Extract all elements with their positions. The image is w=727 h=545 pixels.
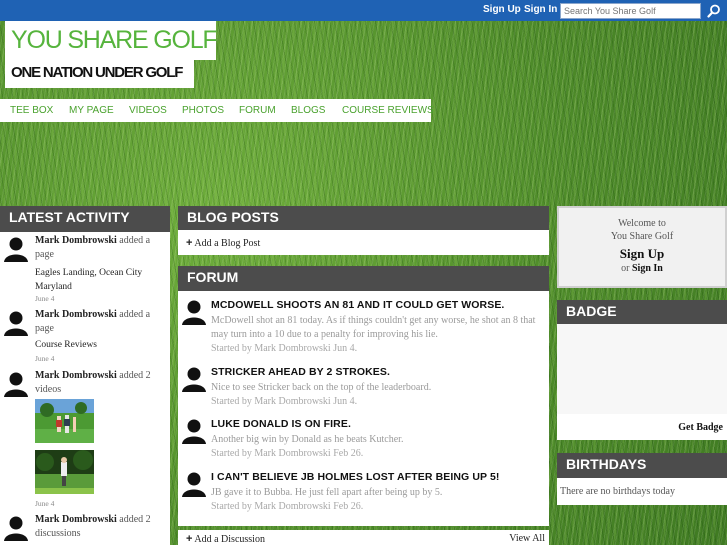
activity-item: Mark Dombrowski added a page Eagles Land… (0, 234, 170, 304)
add-discussion-link[interactable]: + Add a Discussion (186, 533, 265, 545)
forum-header: FORUM (178, 266, 549, 291)
forum-topic-meta: Started by Mark Dombrowski Feb 26. (211, 448, 364, 459)
birthdays-empty-text: There are no birthdays today (560, 486, 675, 497)
view-all-link[interactable]: View All (509, 533, 545, 544)
avatar-silhouette-icon[interactable] (181, 471, 207, 497)
avatar-silhouette-icon[interactable] (3, 371, 29, 397)
search-input[interactable] (560, 3, 701, 19)
welcome-signup-link[interactable]: Sign Up (559, 246, 725, 262)
birthdays-header: BIRTHDAYS (557, 453, 727, 478)
blog-posts-panel: + Add a Blog Post (178, 230, 549, 255)
forum-topic-excerpt: McDowell shot an 81 today. As if things … (211, 315, 536, 340)
forum-topic: STRICKER AHEAD BY 2 STROKES. Nice to see… (178, 366, 549, 411)
search-icon (707, 4, 720, 18)
activity-date: June 4 (35, 499, 55, 508)
blog-posts-header: BLOG POSTS (178, 206, 549, 230)
plus-icon: + (186, 237, 193, 249)
forum-topic-meta: Started by Mark Dombrowski Jun 4. (211, 343, 358, 354)
forum-topic-title[interactable]: STRICKER AHEAD BY 2 STROKES. (211, 366, 390, 378)
topbar-signup-link[interactable]: Sign Up (483, 4, 521, 15)
top-bar: Sign Up Sign In (0, 0, 727, 21)
avatar-silhouette-icon[interactable] (3, 310, 29, 336)
activity-header: LATEST ACTIVITY (0, 206, 170, 232)
activity-user-link[interactable]: Mark Dombrowski (35, 370, 117, 381)
activity-feed: Mark Dombrowski added a page Eagles Land… (0, 232, 170, 545)
activity-subject-link[interactable]: Eagles Landing, Ocean City Maryland (35, 266, 165, 294)
activity-item: Mark Dombrowski added 2 discussions (0, 513, 170, 545)
activity-item: Mark Dombrowski added 2 videos June 4 (0, 369, 170, 509)
welcome-box: Welcome to You Share Golf Sign Up or Sig… (557, 206, 727, 288)
badge-header: BADGE (557, 300, 727, 324)
nav-blogs[interactable]: BLOGS (291, 105, 325, 116)
main-nav: TEE BOX MY PAGE VIDEOS PHOTOS FORUM BLOG… (0, 99, 434, 122)
forum-topic: MCDOWELL SHOOTS AN 81 AND IT COULD GET W… (178, 299, 549, 359)
activity-date: June 4 (35, 354, 55, 363)
nav-forum[interactable]: FORUM (239, 105, 276, 116)
welcome-line: Welcome to (618, 218, 666, 229)
avatar-silhouette-icon[interactable] (181, 299, 207, 325)
welcome-site-name: You Share Golf (610, 231, 674, 242)
video-thumbnail[interactable] (35, 450, 94, 494)
forum-topic-meta: Started by Mark Dombrowski Feb 26. (211, 501, 364, 512)
forum-topic-meta: Started by Mark Dombrowski Jun 4. (211, 396, 358, 407)
activity-user-link[interactable]: Mark Dombrowski (35, 309, 117, 320)
site-tagline: ONE NATION UNDER GOLF (5, 59, 194, 88)
forum-topic: I CAN'T BELIEVE JB HOLMES LOST AFTER BEI… (178, 471, 549, 516)
badge-preview[interactable] (557, 324, 727, 414)
welcome-or-text: or (621, 263, 630, 274)
forum-footer: + Add a Discussion View All (178, 530, 549, 545)
avatar-silhouette-icon[interactable] (181, 418, 207, 444)
avatar-silhouette-icon[interactable] (3, 515, 29, 541)
activity-item: Mark Dombrowski added a page Course Revi… (0, 308, 170, 364)
welcome-signin-link[interactable]: Sign In (632, 263, 663, 274)
forum-topic-title[interactable]: MCDOWELL SHOOTS AN 81 AND IT COULD GET W… (211, 299, 504, 311)
activity-date: June 4 (35, 294, 55, 303)
forum-topic-excerpt: Nice to see Stricker back on the top of … (211, 382, 432, 393)
forum-topic: LUKE DONALD IS ON FIRE. Another big win … (178, 418, 549, 463)
birthdays-panel: There are no birthdays today (557, 478, 727, 505)
video-thumbnail[interactable] (35, 399, 94, 443)
nav-my-page[interactable]: MY PAGE (69, 105, 114, 116)
forum-topic-title[interactable]: LUKE DONALD IS ON FIRE. (211, 418, 351, 430)
topbar-signin-link[interactable]: Sign In (524, 4, 557, 15)
forum-topic-excerpt: JB gave it to Bubba. He just fell apart … (211, 487, 443, 498)
avatar-silhouette-icon[interactable] (3, 236, 29, 262)
forum-topic-title[interactable]: I CAN'T BELIEVE JB HOLMES LOST AFTER BEI… (211, 471, 500, 483)
nav-tee-box[interactable]: TEE BOX (10, 105, 53, 116)
activity-subject-link[interactable]: Course Reviews (35, 338, 165, 352)
badge-footer: Get Badge (557, 414, 727, 440)
nav-photos[interactable]: PHOTOS (182, 105, 224, 116)
site-title[interactable]: YOU SHARE GOLF (5, 21, 218, 60)
activity-user-link[interactable]: Mark Dombrowski (35, 235, 117, 246)
activity-user-link[interactable]: Mark Dombrowski (35, 514, 117, 525)
get-badge-link[interactable]: Get Badge (678, 422, 723, 433)
plus-icon: + (186, 533, 193, 545)
forum-topic-excerpt: Another big win by Donald as he beats Ku… (211, 434, 404, 445)
search-button[interactable] (703, 1, 725, 20)
avatar-silhouette-icon[interactable] (181, 366, 207, 392)
add-blog-post-link[interactable]: + Add a Blog Post (186, 237, 260, 249)
nav-course-reviews[interactable]: COURSE REVIEWS (342, 105, 434, 116)
nav-videos[interactable]: VIDEOS (129, 105, 167, 116)
